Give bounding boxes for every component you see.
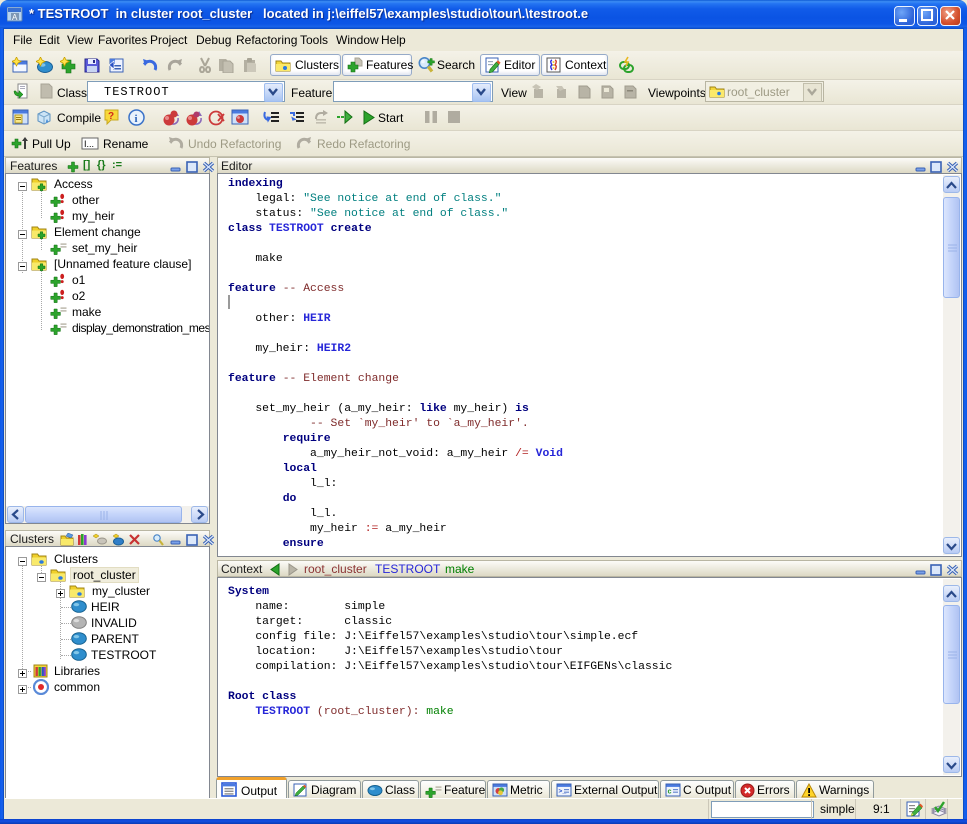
svg-text:c: c: [668, 789, 672, 797]
svg-text:A: A: [12, 13, 18, 22]
svg-text:?: ?: [108, 111, 114, 122]
svg-text:i: i: [135, 113, 138, 125]
svg-text:I...: I...: [84, 139, 94, 149]
